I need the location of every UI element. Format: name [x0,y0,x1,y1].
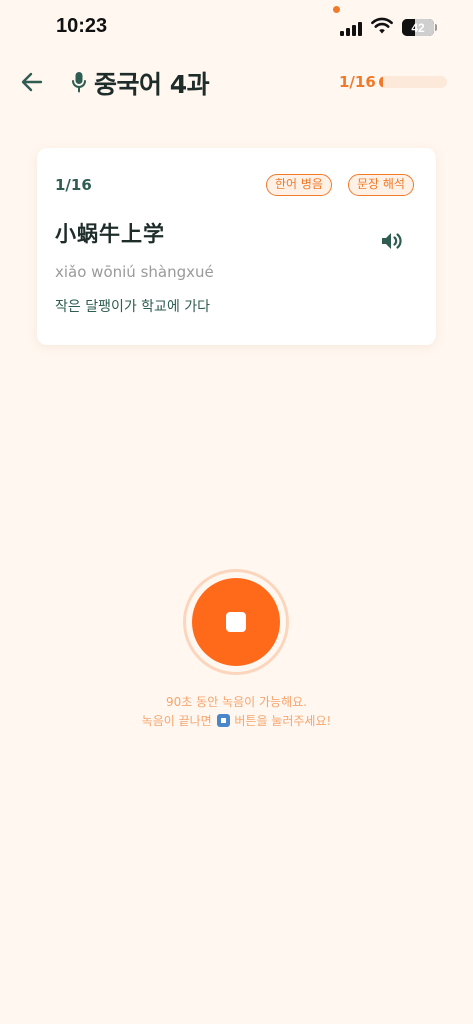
page-title: 중국어 4과 [94,70,210,99]
page: 10:23 42 중국어 4과 1/16 1/16 한어 병음 문장 해석 小蜗… [0,0,473,1024]
progress-fill [379,76,384,88]
hint-text-before: 녹음이 끝나면 [141,714,212,728]
arrow-left-icon [21,72,43,92]
status-time: 10:23 [56,15,108,37]
stop-recording-button[interactable] [192,578,280,666]
header: 중국어 4과 1/16 [0,56,473,110]
battery-level: 42 [411,20,425,35]
stop-icon [226,612,246,632]
card-index: 1/16 [55,176,92,194]
record-hint-instruction: 녹음이 끝나면 버튼을 눌러주세요! [0,712,473,729]
sentence-translation: 작은 달팽이가 학교에 가다 [55,299,211,315]
wifi-icon [371,17,393,34]
mic-icon [72,72,86,93]
sentence-hanzi: 小蜗牛上学 [55,222,165,246]
translation-toggle-button[interactable]: 문장 해석 [348,174,414,196]
record-button-gap [186,572,286,672]
progress-count: 1/16 [339,73,376,91]
status-bar: 10:23 42 [0,0,473,56]
battery-cap [435,24,437,31]
record-button-ring [183,569,289,675]
progress-bar [379,76,447,88]
recording-indicator-dot [333,6,340,13]
record-hint-duration: 90초 동안 녹음이 가능해요. [166,695,307,709]
back-button[interactable] [18,68,46,96]
signal-icon [340,20,364,36]
sentence-pinyin: xiǎo wōniú shàngxué [55,263,214,281]
hint-text-after: 버튼을 눌러주세요! [234,714,332,728]
speaker-icon[interactable] [380,230,404,252]
sentence-card: 1/16 한어 병음 문장 해석 小蜗牛上学 xiǎo wōniú shàngx… [37,148,436,345]
battery-icon: 42 [402,19,434,36]
stop-button-icon [216,714,230,727]
pinyin-toggle-button[interactable]: 한어 병음 [266,174,332,196]
